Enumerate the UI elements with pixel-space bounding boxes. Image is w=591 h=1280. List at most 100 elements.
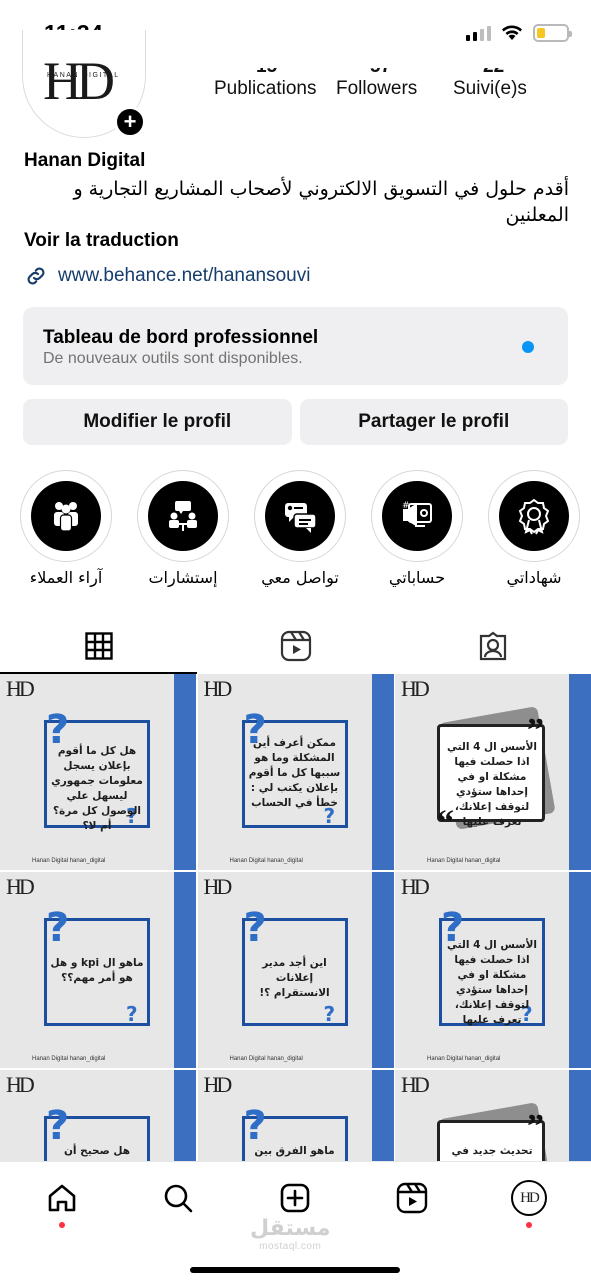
highlight-certificates[interactable]: شهاداتي (488, 470, 580, 587)
quote-icon: ” (527, 1108, 544, 1145)
question-mark-icon: ? (46, 905, 70, 951)
highlight-ring (20, 470, 112, 562)
profile-avatar[interactable]: HD HANAN DIGITAL + (22, 30, 146, 138)
stat-label: Suivi(e)s (453, 78, 527, 99)
grid-icon (84, 632, 113, 660)
website-url: www.behance.net/hanansouvi (58, 265, 311, 286)
post-thumbnail[interactable]: HD ” “ الأسس ال 4 التي اذا حصلت فيها مشك… (395, 674, 591, 870)
link-icon (27, 267, 45, 285)
nav-profile[interactable]: HD (499, 1176, 559, 1228)
notification-dot (522, 341, 534, 353)
post-stripe (569, 872, 591, 1068)
post-stripe (569, 1070, 591, 1161)
highlight-label: آراء العملاء (29, 568, 103, 587)
profile-tabs (0, 618, 591, 674)
battery-icon (533, 24, 572, 42)
post-logo: HD (6, 676, 35, 701)
certificate-icon (518, 498, 550, 535)
wifi-icon (502, 25, 522, 40)
profile-avatar-icon: HD (511, 1180, 547, 1216)
highlight-ring (254, 470, 346, 562)
stat-publications[interactable]: 15 Publications (214, 68, 317, 100)
stat-label: Publications (214, 78, 317, 99)
tab-reels[interactable] (197, 618, 394, 674)
post-text: تحديث جديد في (451, 1145, 533, 1157)
edit-profile-button[interactable]: Modifier le profil (23, 399, 292, 445)
chat-icon (285, 503, 317, 533)
post-stripe (371, 872, 394, 1068)
story-highlights: آراء العملاء إستشارات تواصل معي # حسابات… (0, 470, 591, 600)
nav-search[interactable] (148, 1176, 208, 1220)
highlight-label: شهاداتي (506, 568, 562, 587)
post-text: هل كل ما أقوم بإعلان يسجل معلومات جمهوري… (51, 745, 143, 832)
post-footer: Hanan Digital hanan_digital (32, 858, 106, 864)
profile-actions: Modifier le profil Partager le profil (23, 399, 568, 445)
home-icon (48, 1184, 76, 1212)
post-thumbnail[interactable]: HD ? ? ممكن أعرف أين المشكلة وما هو سببه… (197, 674, 394, 870)
dashboard-subtitle: De nouveaux outils sont disponibles. (43, 350, 303, 367)
home-indicator[interactable] (190, 1267, 400, 1273)
status-icons (466, 24, 572, 42)
post-footer: Hanan Digital hanan_digital (229, 858, 303, 864)
post-text: ماهو ال kpi و هل هو أمر مهم؟؟ (50, 957, 144, 984)
watermark: مستقل mostaql.com (250, 1216, 331, 1252)
post-footer: Hanan Digital hanan_digital (427, 858, 501, 864)
question-mark-icon: ? (243, 1103, 267, 1149)
post-stripe (174, 674, 196, 870)
post-thumbnail[interactable]: HD ? ? هل كل ما أقوم بإعلان يسجل معلومات… (0, 674, 196, 870)
create-icon (280, 1183, 310, 1213)
website-link[interactable]: www.behance.net/hanansouvi (24, 264, 569, 288)
svg-text:#: # (402, 501, 410, 511)
nav-create[interactable] (265, 1176, 325, 1220)
highlight-accounts[interactable]: # حساباتي (371, 470, 463, 587)
stat-followers[interactable]: 57 Followers (336, 68, 417, 100)
avatar-subtitle: HANAN DIGITAL (47, 72, 120, 79)
post-thumbnail[interactable]: HD ? ? اين أجد مدير إعلانات الانستقرام ؟… (197, 872, 394, 1068)
tagged-icon (479, 631, 506, 661)
post-logo: HD (6, 1072, 35, 1097)
reels-icon (280, 630, 311, 662)
post-thumbnail[interactable]: HD ? ? ماهو ال kpi و هل هو أمر مهم؟؟ Han… (0, 872, 196, 1068)
notification-dot (526, 1222, 532, 1228)
tab-tagged[interactable] (394, 618, 591, 674)
see-translation-link[interactable]: Voir la traduction (24, 230, 569, 252)
post-logo: HD (203, 676, 233, 701)
post-thumbnail[interactable]: HD ? ماهو الفرق بين حساب (197, 1070, 394, 1161)
highlight-ring: # (371, 470, 463, 562)
notification-dot (59, 1222, 65, 1228)
consultation-icon (169, 501, 197, 531)
highlight-contact[interactable]: تواصل معي (254, 470, 346, 587)
post-text: هل صحيح أن الإعلان (63, 1145, 131, 1161)
post-stripe (174, 872, 196, 1068)
post-thumbnail[interactable]: HD ? ? الأسس ال 4 التي اذا حصلت فيها مشك… (395, 872, 591, 1068)
post-text: الأسس ال 4 التي اذا حصلت فيها مشكلة او ف… (446, 741, 538, 828)
people-icon (54, 502, 78, 532)
profile-bio: Hanan Digital أقدم حلول في التسويق الالك… (24, 150, 569, 288)
add-story-button[interactable]: + (114, 106, 146, 138)
post-stripe (371, 1070, 394, 1161)
accounts-icon: # (402, 501, 432, 527)
posts-grid: HD ? ? هل كل ما أقوم بإعلان يسجل معلومات… (0, 674, 591, 1161)
highlight-reviews[interactable]: آراء العملاء (20, 470, 112, 587)
highlight-label: حساباتي (388, 568, 446, 587)
post-text: اين أجد مدير إعلانات الانستقرام ؟! (259, 957, 330, 999)
share-profile-button[interactable]: Partager le profil (299, 399, 568, 445)
post-thumbnail[interactable]: HD ” تحديث جديد في (395, 1070, 591, 1161)
highlight-ring (137, 470, 229, 562)
stat-following[interactable]: 22 Suivi(e)s (453, 68, 527, 100)
post-stripe (569, 674, 591, 870)
post-logo: HD (401, 676, 430, 701)
post-logo: HD (401, 1072, 430, 1097)
highlight-consultations[interactable]: إستشارات (137, 470, 229, 587)
nav-home[interactable] (32, 1176, 92, 1228)
post-text: ممكن أعرف أين المشكلة وما هو سببها كل ما… (248, 737, 341, 809)
post-logo: HD (6, 874, 35, 899)
search-icon (164, 1184, 193, 1213)
post-logo: HD (401, 874, 430, 899)
dashboard-title: Tableau de bord professionnel (43, 327, 319, 348)
nav-reels[interactable] (382, 1176, 442, 1220)
professional-dashboard[interactable]: Tableau de bord professionnel De nouveau… (23, 307, 568, 385)
tab-grid[interactable] (0, 618, 197, 674)
post-thumbnail[interactable]: HD ? هل صحيح أن الإعلان (0, 1070, 196, 1161)
avatar-logo: HD (43, 51, 115, 111)
